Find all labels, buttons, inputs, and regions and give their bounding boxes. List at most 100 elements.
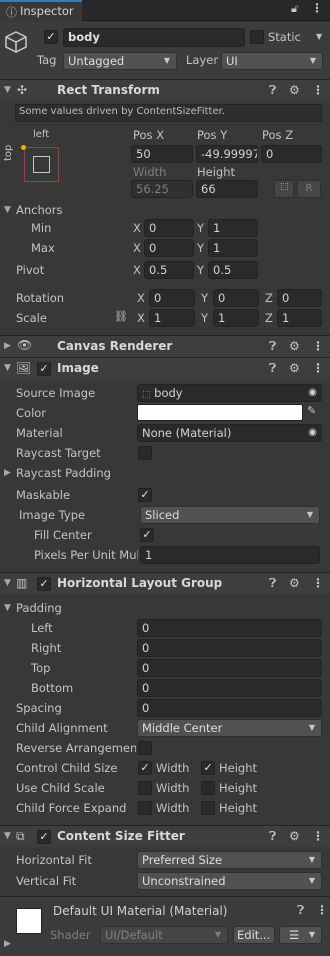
layer-dropdown[interactable]: UI ▼ xyxy=(221,52,323,70)
object-picker-icon[interactable]: ◉ xyxy=(308,425,317,441)
help-icon[interactable]: ❓︎ xyxy=(269,361,276,376)
shader-menu-button[interactable]: ☰ ▼ xyxy=(279,926,322,944)
expand-height-checkbox[interactable] xyxy=(201,801,215,815)
more-icon[interactable]: ⋮ xyxy=(312,83,324,97)
csf-enabled-checkbox[interactable]: ✓ xyxy=(37,830,51,844)
height-field[interactable]: 66 xyxy=(196,180,258,198)
scale-width-checkbox[interactable] xyxy=(138,781,152,795)
scale-y-field[interactable]: 1 xyxy=(213,309,259,327)
help-icon[interactable]: ❓︎ xyxy=(269,829,276,844)
pivot-x-field[interactable]: 0.5 xyxy=(144,261,194,279)
lock-icon[interactable]: 🔓︎ xyxy=(291,2,298,16)
maskable-checkbox[interactable]: ✓ xyxy=(138,488,152,502)
settings-icon[interactable]: ⚙︎ xyxy=(289,339,300,353)
anchor-presets-button[interactable] xyxy=(24,147,59,182)
material-fold-icon[interactable]: ▶ xyxy=(4,939,11,949)
x-label: X xyxy=(137,291,145,305)
material-field[interactable]: None (Material) ◉ xyxy=(137,424,322,442)
settings-icon[interactable]: ⚙︎ xyxy=(289,83,300,97)
source-image-field[interactable]: ⬚ body ◉ xyxy=(137,384,322,402)
more-icon[interactable]: ⋮ xyxy=(311,1,323,15)
info-icon: ⓘ xyxy=(6,6,17,19)
control-height-checkbox[interactable]: ✓ xyxy=(201,761,215,775)
posx-field[interactable]: 50 xyxy=(131,145,193,163)
help-icon[interactable]: ❓︎ xyxy=(269,576,276,591)
anchors-fold-icon[interactable]: ▼ xyxy=(4,205,11,215)
anchor-max-y-field[interactable]: 1 xyxy=(208,239,258,257)
expand-width-checkbox[interactable] xyxy=(138,801,152,815)
more-icon[interactable]: ⋮ xyxy=(316,903,328,917)
padding-fold-icon[interactable]: ▼ xyxy=(4,603,11,613)
image-enabled-checkbox[interactable]: ✓ xyxy=(37,362,51,376)
horizontal-fit-dropdown[interactable]: Preferred Size ▼ xyxy=(137,851,322,869)
scale-z-field[interactable]: 1 xyxy=(277,309,322,327)
reverse-arrangement-checkbox[interactable] xyxy=(138,741,152,755)
fold-icon[interactable]: ▼ xyxy=(4,363,11,373)
name-field[interactable]: body xyxy=(63,28,245,47)
rect-transform-header[interactable]: ▼ ✣ Rect Transform ❓︎ ⚙︎ ⋮ xyxy=(0,79,330,101)
blueprint-button[interactable]: ⬚ xyxy=(274,180,294,198)
object-picker-icon[interactable]: ◉ xyxy=(308,385,317,401)
more-icon[interactable]: ⋮ xyxy=(312,361,324,375)
padding-right-field[interactable]: 0 xyxy=(137,639,322,657)
y-label: Y xyxy=(197,263,205,277)
fold-icon[interactable]: ▼ xyxy=(4,831,11,841)
padding-left-field[interactable]: 0 xyxy=(137,619,322,637)
control-width-checkbox[interactable]: ✓ xyxy=(138,761,152,775)
rotation-x-field[interactable]: 0 xyxy=(149,289,195,307)
anchor-min-y-field[interactable]: 1 xyxy=(208,219,258,237)
fill-center-label: Fill Center xyxy=(34,528,92,542)
settings-icon[interactable]: ⚙︎ xyxy=(289,361,300,375)
color-swatch[interactable] xyxy=(137,404,303,421)
anchor-max-x-field[interactable]: 0 xyxy=(144,239,194,257)
horizontal-layout-group-header[interactable]: ▼ ▥ ✓ Horizontal Layout Group ❓︎ ⚙︎ ⋮ xyxy=(0,572,330,594)
hlg-enabled-checkbox[interactable]: ✓ xyxy=(37,577,51,591)
more-icon[interactable]: ⋮ xyxy=(312,829,324,843)
canvas-renderer-title: Canvas Renderer xyxy=(57,339,173,353)
eyedropper-icon[interactable]: ✎ xyxy=(307,404,316,417)
anchor-min-x-field[interactable]: 0 xyxy=(144,219,194,237)
fill-center-checkbox[interactable]: ✓ xyxy=(140,528,154,542)
content-size-fitter-header[interactable]: ▼ ⧉ ✓ Content Size Fitter ❓︎ ⚙︎ ⋮ xyxy=(0,825,330,847)
more-icon[interactable]: ⋮ xyxy=(312,339,324,353)
static-dropdown-icon[interactable]: ▼ xyxy=(316,32,322,41)
raw-edit-button[interactable]: R xyxy=(297,180,321,198)
active-checkbox[interactable]: ✓ xyxy=(44,30,58,44)
scale-height-checkbox[interactable] xyxy=(201,781,215,795)
raycast-padding-fold-icon[interactable]: ▶ xyxy=(4,468,11,478)
raycast-target-label: Raycast Target xyxy=(16,446,101,460)
scale-x-field[interactable]: 1 xyxy=(149,309,195,327)
tab-inspector[interactable]: ⓘ Inspector xyxy=(0,0,82,21)
posz-field[interactable]: 0 xyxy=(261,145,322,163)
raycast-target-checkbox[interactable] xyxy=(138,446,152,460)
shader-edit-button[interactable]: Edit... xyxy=(233,926,275,944)
static-checkbox[interactable] xyxy=(250,30,264,44)
blueprint-icon: ⬚ xyxy=(280,182,289,192)
image-header[interactable]: ▼ 🖼︎ ✓ Image ❓︎ ⚙︎ ⋮ xyxy=(0,357,330,379)
image-type-dropdown[interactable]: Sliced ▼ xyxy=(140,506,320,524)
posy-field[interactable]: -49.99997 xyxy=(196,145,258,163)
spacing-field[interactable]: 0 xyxy=(137,699,322,717)
rotation-y-field[interactable]: 0 xyxy=(213,289,259,307)
fold-icon[interactable]: ▼ xyxy=(4,85,11,95)
fold-icon[interactable]: ▼ xyxy=(4,578,11,588)
ppu-field[interactable]: 1 xyxy=(140,546,320,564)
move-arrows-icon: ✣ xyxy=(17,83,28,97)
rotation-z-field[interactable]: 0 xyxy=(277,289,322,307)
help-icon[interactable]: ❓︎ xyxy=(269,83,276,98)
padding-bottom-field[interactable]: 0 xyxy=(137,679,322,697)
vertical-fit-dropdown[interactable]: Unconstrained ▼ xyxy=(137,872,322,890)
pivot-y-field[interactable]: 0.5 xyxy=(208,261,258,279)
more-icon[interactable]: ⋮ xyxy=(312,576,324,590)
canvas-renderer-header[interactable]: ▶ 👁︎ Canvas Renderer ❓︎ ⚙︎ ⋮ xyxy=(0,335,330,357)
help-icon[interactable]: ❓︎ xyxy=(297,903,304,918)
link-icon[interactable]: ⛓︎ xyxy=(114,310,128,323)
settings-icon[interactable]: ⚙︎ xyxy=(289,576,300,590)
padding-top-field[interactable]: 0 xyxy=(137,659,322,677)
fold-icon[interactable]: ▶ xyxy=(4,341,11,351)
help-icon[interactable]: ❓︎ xyxy=(269,339,276,354)
color-label: Color xyxy=(16,406,47,420)
child-alignment-dropdown[interactable]: Middle Center ▼ xyxy=(137,719,322,737)
settings-icon[interactable]: ⚙︎ xyxy=(289,829,300,843)
tag-dropdown[interactable]: Untagged ▼ xyxy=(63,52,177,70)
